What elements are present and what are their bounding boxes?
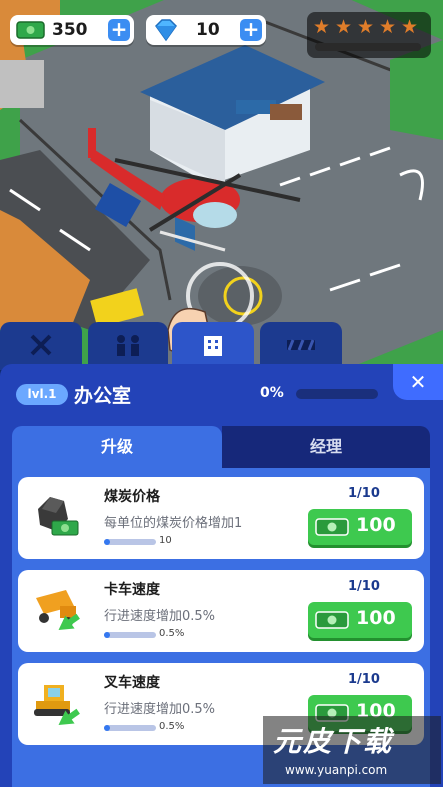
close-button[interactable]: ✕ bbox=[393, 364, 443, 400]
bulldozer-icon bbox=[34, 685, 80, 726]
progress-percent: 0% bbox=[260, 385, 284, 401]
star-rating: ★ ★ ★ ★ ★ bbox=[307, 12, 431, 58]
upgrade-progress-fill bbox=[104, 725, 110, 731]
cash-icon bbox=[315, 611, 349, 629]
watermark-logo-text: 元皮下载 bbox=[273, 725, 394, 758]
upgrade-progress-value: 0.5% bbox=[159, 721, 185, 732]
add-cash-button[interactable]: + bbox=[108, 19, 130, 41]
tab-upgrade[interactable]: 升级 bbox=[12, 426, 222, 468]
upgrade-description: 每单位的煤炭价格增加1 bbox=[104, 516, 243, 531]
upgrade-description: 行进速度增加0.5% bbox=[104, 609, 216, 624]
upgrade-card-coal-price: 煤炭价格 每单位的煤炭价格增加1 10 1/10 100 bbox=[18, 477, 424, 559]
upgrade-name: 叉车速度 bbox=[104, 675, 160, 691]
star-icon: ★ bbox=[335, 16, 353, 38]
cash-value: 350 bbox=[52, 20, 88, 40]
upgrade-level: 1/10 bbox=[348, 579, 380, 594]
panel-progress-bar bbox=[296, 389, 378, 399]
upgrade-level: 1/10 bbox=[348, 672, 380, 687]
workers-icon bbox=[117, 335, 139, 356]
gem-counter: 10 + bbox=[146, 15, 266, 45]
upgrade-cost: 100 bbox=[356, 607, 396, 629]
panel-title: 办公室 bbox=[74, 385, 132, 407]
star-icon: ★ bbox=[401, 16, 419, 38]
star-icon: ★ bbox=[357, 16, 375, 38]
cash-icon bbox=[315, 518, 349, 536]
upgrade-progress-value: 10 bbox=[159, 535, 172, 546]
add-gems-button[interactable]: + bbox=[240, 19, 262, 41]
barrier-icon bbox=[287, 339, 315, 351]
cash-counter: 350 + bbox=[10, 15, 134, 45]
building-icon bbox=[204, 336, 222, 356]
tab-manager[interactable]: 经理 bbox=[222, 426, 430, 468]
watermark-url: www.yuanpi.com bbox=[285, 763, 388, 777]
cash-icon bbox=[16, 21, 45, 39]
gem-value: 10 bbox=[196, 20, 220, 40]
watermark: 元皮下载 www.yuanpi.com bbox=[263, 716, 441, 784]
upgrade-name: 卡车速度 bbox=[104, 582, 160, 598]
upgrade-card-truck-speed: 卡车速度 行进速度增加0.5% 0.5% 1/10 100 bbox=[18, 570, 424, 652]
rating-progress-bar bbox=[315, 43, 421, 51]
upgrade-level: 1/10 bbox=[348, 486, 380, 501]
game-scene[interactable]: 350 + 10 + ★ ★ ★ ★ ★ bbox=[0, 0, 443, 370]
tab-barrier[interactable] bbox=[260, 322, 342, 370]
upgrade-progress-bar bbox=[104, 539, 156, 545]
tab-tools[interactable] bbox=[0, 322, 82, 370]
star-icon: ★ bbox=[313, 16, 331, 38]
gem-icon bbox=[155, 19, 177, 42]
buy-upgrade-button[interactable]: 100 bbox=[308, 602, 412, 638]
tab-workers[interactable] bbox=[88, 322, 168, 370]
upgrade-name: 煤炭价格 bbox=[104, 489, 160, 505]
upgrade-progress-fill bbox=[104, 539, 110, 545]
crossed-tools-icon bbox=[30, 334, 52, 356]
upgrade-cost: 100 bbox=[356, 514, 396, 536]
level-badge: lvl.1 bbox=[16, 384, 68, 405]
coal-icon bbox=[38, 497, 79, 536]
upgrade-progress-fill bbox=[104, 632, 110, 638]
upgrade-progress-bar bbox=[104, 632, 156, 638]
upgrade-progress-bar bbox=[104, 725, 156, 731]
star-icon: ★ bbox=[379, 16, 397, 38]
dump-truck-icon bbox=[36, 590, 80, 631]
upgrade-description: 行进速度增加0.5% bbox=[104, 702, 216, 717]
upgrade-progress-value: 0.5% bbox=[159, 628, 185, 639]
buy-upgrade-button[interactable]: 100 bbox=[308, 509, 412, 545]
tab-office[interactable] bbox=[172, 322, 254, 370]
